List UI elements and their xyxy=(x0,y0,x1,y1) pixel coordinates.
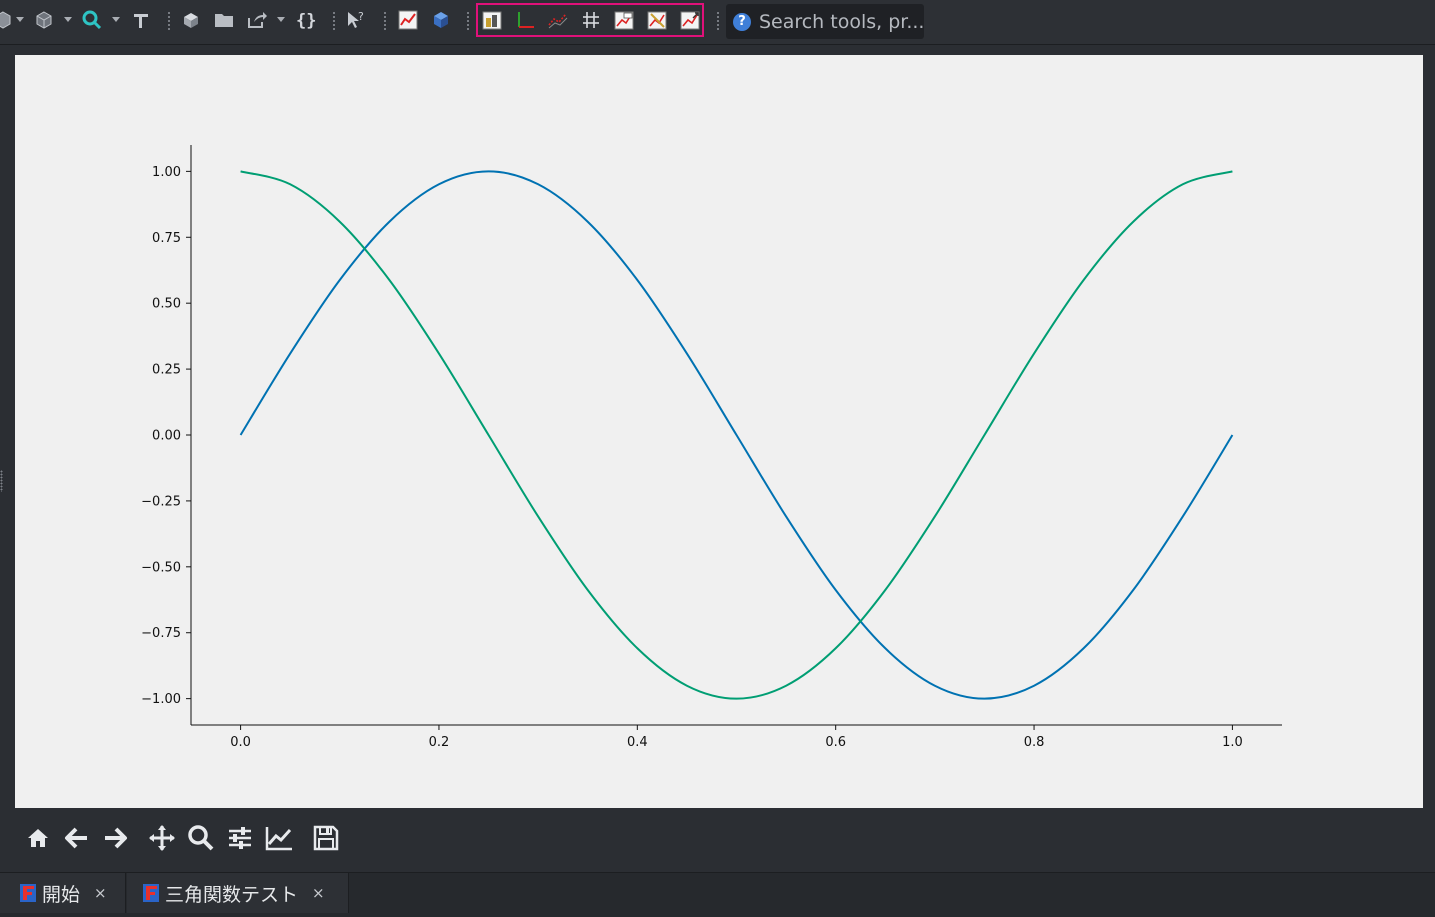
plot-labels-icon[interactable] xyxy=(547,9,569,31)
toolbar-grip[interactable] xyxy=(716,11,720,31)
help-icon: ? xyxy=(733,12,751,31)
search-placeholder: Search tools, pr... xyxy=(758,10,924,33)
main-toolbar: {} ? ? Search tools, pr... xyxy=(0,0,1435,45)
y-tick-label: −0.50 xyxy=(141,560,181,575)
side-splitter-grip[interactable] xyxy=(0,470,3,492)
toolbar-grip[interactable] xyxy=(167,11,171,31)
plot-positions-icon[interactable] xyxy=(679,9,701,31)
macro-icon[interactable]: {} xyxy=(295,9,317,31)
workbench-dropdown-caret[interactable] xyxy=(16,17,24,22)
x-tick-label: 0.6 xyxy=(825,735,846,750)
plot-save-icon[interactable] xyxy=(646,9,668,31)
plot-axes-icon[interactable] xyxy=(514,9,536,31)
y-tick-label: 0.75 xyxy=(152,231,181,246)
freecad-icon xyxy=(20,884,36,902)
x-tick-label: 0.8 xyxy=(1024,735,1045,750)
back-arrow-icon[interactable] xyxy=(62,823,92,853)
sketch-icon[interactable] xyxy=(130,9,152,31)
y-tick-label: −0.75 xyxy=(141,626,181,641)
series-line-0 xyxy=(239,170,1234,700)
tab-close-button[interactable]: × xyxy=(94,884,107,902)
y-tick-label: −1.00 xyxy=(141,692,181,707)
zoom-dropdown-caret[interactable] xyxy=(112,17,120,22)
tab-start[interactable]: 開始 × xyxy=(0,873,126,913)
freecad-icon xyxy=(143,884,159,902)
search-input[interactable]: ? Search tools, pr... xyxy=(726,4,924,39)
export-dropdown-caret[interactable] xyxy=(277,17,285,22)
toolbar-grip[interactable] xyxy=(332,11,336,31)
y-tick-label: −0.25 xyxy=(141,494,181,509)
y-tick-label: 0.00 xyxy=(152,429,181,444)
line-chart[interactable]: 0.0 0.2 0.4 0.6 0.8 1.0 1.00 0.75 0.50 0.25 0.00 −0… xyxy=(15,55,1423,808)
x-tick-label: 1.0 xyxy=(1222,735,1243,750)
svg-text:?: ? xyxy=(358,10,364,23)
toolbar-grip[interactable] xyxy=(466,11,470,31)
save-figure-icon[interactable] xyxy=(311,823,341,853)
y-tick-label: 0.50 xyxy=(152,297,181,312)
workbench-icon[interactable] xyxy=(0,9,14,31)
pan-icon[interactable] xyxy=(147,823,177,853)
svg-text:{}: {} xyxy=(296,11,316,30)
x-tick-label: 0.0 xyxy=(230,735,251,750)
plot-grid-icon[interactable] xyxy=(580,9,602,31)
fem-icon[interactable] xyxy=(430,9,452,31)
what-is-this-icon[interactable]: ? xyxy=(344,9,366,31)
subplots-config-icon[interactable] xyxy=(225,823,255,853)
plot-icon[interactable] xyxy=(397,9,419,31)
x-tick-label: 0.4 xyxy=(627,735,648,750)
view-dropdown-caret[interactable] xyxy=(64,17,72,22)
plot-legend-icon[interactable] xyxy=(613,9,635,31)
x-tick-label: 0.2 xyxy=(429,735,450,750)
tab-close-button[interactable]: × xyxy=(312,884,325,902)
zoom-rect-icon[interactable] xyxy=(186,823,216,853)
document-tab-bar: 開始 × 三角関数テスト × xyxy=(0,872,1435,917)
toolbar-grip[interactable] xyxy=(383,11,387,31)
export-icon[interactable] xyxy=(246,9,268,31)
forward-arrow-icon[interactable] xyxy=(100,823,130,853)
view-icon[interactable] xyxy=(33,9,55,31)
y-tick-label: 1.00 xyxy=(152,165,181,180)
part-icon[interactable] xyxy=(180,9,202,31)
plot-figure[interactable]: 0.0 0.2 0.4 0.6 0.8 1.0 1.00 0.75 0.50 0.25 0.00 −0… xyxy=(15,55,1423,808)
folder-icon[interactable] xyxy=(213,9,235,31)
tab-trig-test[interactable]: 三角関数テスト × xyxy=(127,873,349,913)
plot-navigation-toolbar xyxy=(15,815,375,861)
y-tick-label: 0.25 xyxy=(152,363,181,378)
plot-series-icon[interactable] xyxy=(481,9,503,31)
home-icon[interactable] xyxy=(23,823,53,853)
tab-label: 開始 xyxy=(42,883,81,906)
zoom-icon[interactable] xyxy=(81,9,103,31)
edit-curves-icon[interactable] xyxy=(264,823,294,853)
tab-label: 三角関数テスト xyxy=(165,883,299,906)
